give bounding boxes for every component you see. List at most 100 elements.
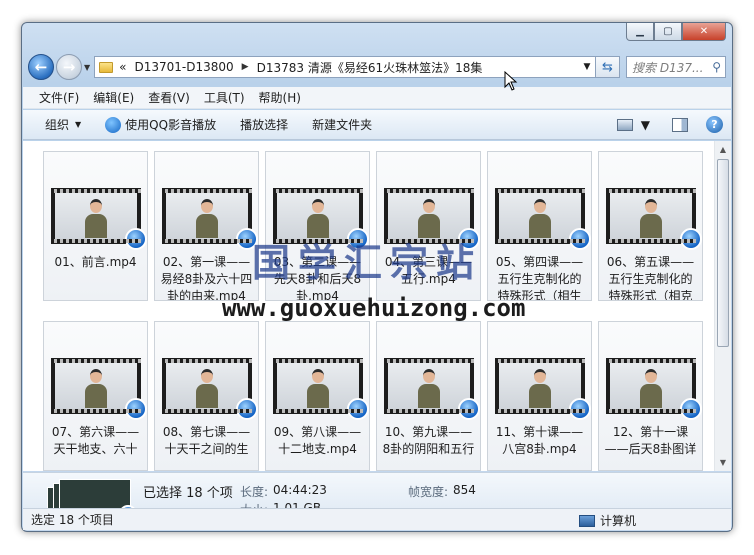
breadcrumb-separator-icon[interactable]: ▶	[242, 62, 249, 72]
chevron-down-icon: ▼	[75, 120, 82, 129]
video-thumbnail	[161, 188, 258, 250]
video-thumbnail	[50, 188, 147, 250]
chevron-down-icon[interactable]: ▼	[641, 118, 650, 132]
qq-player-icon	[568, 228, 591, 250]
file-item[interactable]: 01、前言.mp4	[43, 151, 148, 301]
menu-view[interactable]: 查看(V)	[148, 89, 190, 106]
caption-buttons: ▁ ▢ ✕	[626, 23, 726, 41]
menu-help[interactable]: 帮助(H)	[259, 89, 301, 106]
video-thumbnail	[272, 358, 369, 420]
file-name: 03、第二课——先天8卦和后天8卦.mp4	[273, 255, 362, 300]
refresh-icon[interactable]: ⇆	[596, 56, 620, 78]
close-button[interactable]: ✕	[682, 23, 726, 41]
explorer-window: ▁ ▢ ✕ ← → ▼ « D13701-D13800 ▶ D13783 清源《…	[21, 22, 733, 532]
back-arrow-icon[interactable]: ←	[28, 54, 54, 80]
video-thumbnail	[50, 358, 147, 420]
qq-player-icon	[346, 398, 369, 420]
menu-edit[interactable]: 编辑(E)	[93, 89, 134, 106]
play-selection-label: 播放选择	[240, 118, 289, 132]
file-name: 11、第十课——八宫8卦.mp4	[495, 425, 584, 456]
search-input[interactable]: 搜索 D137... ⚲	[626, 56, 726, 78]
file-name: 07、第六课——天干地支、六十	[51, 425, 140, 456]
qq-player-icon	[235, 228, 258, 250]
qq-player-icon	[679, 228, 702, 250]
length-value: 04:44:23	[273, 483, 327, 497]
history-dropdown-icon[interactable]: ▼	[84, 63, 90, 72]
file-item[interactable]: 07、第六课——天干地支、六十	[43, 321, 148, 471]
command-bar: 组织 ▼ 使用QQ影音播放 播放选择 新建文件夹 ▼ ?	[23, 110, 731, 140]
video-thumbnail	[605, 358, 702, 420]
maximize-button[interactable]: ▢	[654, 23, 682, 41]
file-item[interactable]: 04、第三课——五行.mp4	[376, 151, 481, 301]
video-thumbnail	[494, 188, 591, 250]
qq-player-icon	[346, 228, 369, 250]
file-name: 12、第十一课——后天8卦图详	[604, 425, 697, 456]
computer-icon	[579, 514, 595, 527]
file-item[interactable]: 10、第九课——8卦的阴阳和五行	[376, 321, 481, 471]
file-name: 02、第一课——易经8卦及六十四卦的由来.mp4	[160, 255, 253, 300]
search-icon[interactable]: ⚲	[712, 60, 721, 74]
qq-player-icon	[124, 398, 147, 420]
forward-arrow-icon[interactable]: →	[56, 54, 82, 80]
breadcrumb-item[interactable]: D13783 清源《易经61火珠林筮法》18集	[257, 59, 483, 76]
search-placeholder: 搜索 D137...	[632, 60, 704, 75]
status-bar: 选定 18 个项目 计算机	[23, 508, 731, 530]
address-dropdown-icon[interactable]: ▼	[579, 62, 595, 72]
status-location: 计算机	[600, 514, 637, 528]
video-thumbnail	[383, 358, 480, 420]
video-thumbnail	[272, 188, 369, 250]
preview-pane-icon[interactable]	[672, 117, 688, 132]
file-item[interactable]: 11、第十课——八宫8卦.mp4	[487, 321, 592, 471]
qq-player-icon	[457, 398, 480, 420]
length-label: 长度:	[240, 485, 269, 499]
qq-player-icon	[105, 116, 122, 133]
new-folder-label: 新建文件夹	[312, 118, 373, 132]
navigation-row: ← → ▼ « D13701-D13800 ▶ D13783 清源《易经61火珠…	[28, 51, 726, 83]
play-selection-button[interactable]: 播放选择	[240, 116, 288, 133]
file-item[interactable]: 08、第七课——十天干之间的生	[154, 321, 259, 471]
minimize-button[interactable]: ▁	[626, 23, 654, 41]
file-name: 09、第八课——十二地支.mp4	[273, 425, 362, 456]
vertical-scrollbar[interactable]: ▲ ▼	[714, 141, 731, 471]
scroll-down-icon[interactable]: ▼	[715, 454, 731, 471]
new-folder-button[interactable]: 新建文件夹	[312, 116, 372, 133]
video-thumbnail	[605, 188, 702, 250]
scroll-up-icon[interactable]: ▲	[715, 141, 731, 158]
folder-icon	[99, 61, 114, 73]
file-name: 08、第七课——十天干之间的生	[162, 425, 251, 456]
selected-count: 已选择 18 个项	[143, 486, 233, 501]
file-item[interactable]: 09、第八课——十二地支.mp4	[265, 321, 370, 471]
file-item[interactable]: 02、第一课——易经8卦及六十四卦的由来.mp4	[154, 151, 259, 301]
file-name: 05、第四课——五行生克制化的特殊形式（相生篇）.mp4	[495, 255, 584, 300]
menu-file[interactable]: 文件(F)	[39, 89, 79, 106]
qq-player-icon	[679, 398, 702, 420]
play-qq-button[interactable]: 使用QQ影音播放	[105, 116, 216, 133]
file-item[interactable]: 06、第五课——五行生克制化的特殊形式（相克篇）.mp4	[598, 151, 703, 301]
frame-width-label: 帧宽度:	[408, 485, 449, 499]
file-item[interactable]: 05、第四课——五行生克制化的特殊形式（相生篇）.mp4	[487, 151, 592, 301]
file-name: 01、前言.mp4	[54, 255, 137, 269]
file-name: 06、第五课——五行生克制化的特殊形式（相克篇）.mp4	[606, 255, 695, 300]
organize-button[interactable]: 组织 ▼	[45, 116, 81, 133]
help-icon[interactable]: ?	[706, 116, 723, 133]
file-name: 04、第三课——五行.mp4	[384, 255, 473, 286]
organize-label: 组织	[45, 118, 70, 132]
video-thumbnail	[494, 358, 591, 420]
file-item[interactable]: 03、第二课——先天8卦和后天8卦.mp4	[265, 151, 370, 301]
qq-player-icon	[568, 398, 591, 420]
menu-tools[interactable]: 工具(T)	[204, 89, 245, 106]
video-thumbnail	[383, 188, 480, 250]
qq-player-icon	[235, 398, 258, 420]
file-name: 10、第九课——8卦的阴阳和五行	[382, 425, 475, 456]
scrollbar-thumb[interactable]	[717, 159, 729, 347]
qq-player-icon	[457, 228, 480, 250]
qq-player-icon	[124, 228, 147, 250]
breadcrumb-item[interactable]: D13701-D13800	[135, 60, 234, 74]
video-thumbnail	[161, 358, 258, 420]
status-selected: 选定 18 个项目	[31, 513, 114, 527]
breadcrumb-overflow[interactable]: «	[119, 60, 126, 74]
view-options-icon[interactable]	[616, 118, 633, 131]
address-bar[interactable]: « D13701-D13800 ▶ D13783 清源《易经61火珠林筮法》18…	[94, 56, 596, 78]
frame-width-value: 854	[453, 483, 476, 497]
file-item[interactable]: 12、第十一课——后天8卦图详	[598, 321, 703, 471]
